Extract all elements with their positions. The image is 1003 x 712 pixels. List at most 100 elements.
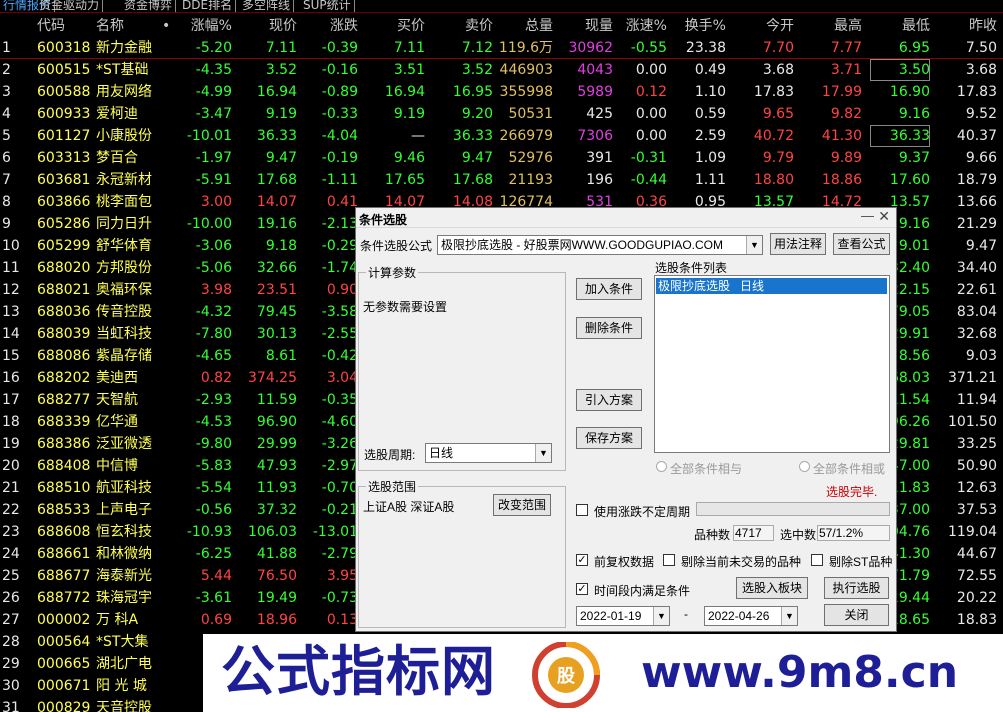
header-11[interactable]: 换手%	[675, 17, 726, 35]
formula-value: 极限抄底选股 - 好股票网WWW.GOODGUPIAO.COM	[441, 238, 723, 252]
table-cell: -5.20	[195, 40, 232, 56]
selected-value: 57/1.2%	[817, 525, 890, 541]
table-cell: -0.35	[321, 392, 358, 408]
table-cell: 3.51	[393, 62, 425, 78]
table-row[interactable]: 5 601127 小康股份 -10.01 36.33 -4.04 — 36.33 266979 7…	[0, 125, 1003, 147]
header-0[interactable]: 代码	[37, 17, 97, 35]
table-cell: 中信博	[96, 458, 138, 474]
chevron-down-icon[interactable]: ▼	[535, 444, 551, 462]
stock-selection-dialog: 条件选股 — ✕ 条件选股公式 极限抄底选股 - 好股票网WWW.GOODGUP…	[355, 207, 897, 632]
table-cell: 阳 光 城	[96, 678, 147, 694]
header-9[interactable]: 现量	[563, 17, 613, 35]
usage-note-button[interactable]: 用法注释	[770, 233, 826, 255]
formula-select[interactable]: 极限抄底选股 - 好股票网WWW.GOODGUPIAO.COM ▼	[437, 235, 763, 255]
table-cell: 7.11	[393, 40, 425, 56]
import-scheme-button[interactable]: 引入方案	[576, 389, 642, 411]
header-4[interactable]: 现价	[240, 17, 297, 35]
table-cell: 用友网络	[96, 84, 152, 100]
table-cell: 688086	[37, 348, 91, 364]
execute-selection-button[interactable]: 执行选股	[824, 577, 889, 599]
table-cell: 688339	[37, 414, 91, 430]
header-10[interactable]: 涨速%	[620, 17, 667, 35]
table-cell: 1.11	[694, 172, 726, 188]
delete-condition-button[interactable]: 删除条件	[576, 317, 642, 339]
header-1[interactable]: 名称	[96, 17, 166, 35]
period-satisfy-checkbox[interactable]: ✓	[576, 583, 588, 595]
header-7[interactable]: 卖价	[432, 17, 493, 35]
condition-list-item[interactable]: 极限抄底选股 日线	[656, 278, 887, 294]
close-icon[interactable]: ✕	[878, 208, 890, 225]
table-cell: 7.12	[461, 40, 493, 56]
condition-name: 极限抄底选股	[658, 279, 731, 293]
dialog-title: 条件选股	[359, 213, 408, 227]
table-cell: -3.47	[195, 106, 232, 122]
table-cell: 奥福环保	[96, 282, 152, 298]
change-range-button[interactable]: 改变范围	[493, 494, 551, 516]
table-row[interactable]: 7 603681 永冠新材 -5.91 17.68 -1.11 17.65 17.68 2119…	[0, 169, 1003, 191]
add-condition-button[interactable]: 加入条件	[576, 278, 642, 300]
table-row[interactable]: 3 600588 用友网络 -4.99 16.94 -0.89 16.94 16.95 3559…	[0, 81, 1003, 103]
table-cell: 方邦股份	[96, 260, 152, 276]
minimize-icon[interactable]: —	[861, 208, 874, 223]
period-select[interactable]: 日线 ▼	[425, 443, 552, 463]
table-cell: 9.16	[898, 106, 930, 122]
table-row[interactable]: 2 600515 *ST基础 -4.35 3.52 -0.16 3.51 3.52 446903…	[0, 59, 1003, 81]
table-row[interactable]: 1 600318 新力金融 -5.20 7.11 -0.39 7.11 7.12 119.6万 3…	[0, 37, 1003, 59]
tab-2[interactable]: 资金博弈	[121, 0, 177, 12]
table-cell: 13	[2, 304, 20, 320]
tab-5[interactable]: SUP统计	[300, 0, 355, 12]
view-formula-button[interactable]: 查看公式	[833, 233, 890, 255]
table-cell: 17.65	[384, 172, 425, 188]
condition-list-title: 选股条件列表	[655, 261, 728, 275]
table-cell: 16.90	[889, 84, 930, 100]
table-cell: 50.90	[956, 458, 997, 474]
table-cell: 7.50	[965, 40, 997, 56]
prefq-checkbox[interactable]: ✓	[576, 554, 588, 566]
table-cell: 8.61	[265, 348, 297, 364]
table-cell: 83.04	[956, 304, 997, 320]
header-12[interactable]: 今开	[735, 17, 794, 35]
exclude-st-checkbox[interactable]	[811, 554, 823, 566]
table-cell: 41.30	[821, 128, 862, 144]
unfixed-period-checkbox[interactable]	[576, 504, 588, 516]
table-cell: 1.10	[694, 84, 726, 100]
header-14[interactable]: 最低	[870, 17, 930, 35]
table-cell: 96.90	[256, 414, 297, 430]
date-from-picker[interactable]: 2022-01-19 ▼	[576, 606, 670, 626]
header-8[interactable]: 总量	[497, 17, 553, 35]
table-cell: 688408	[37, 458, 91, 474]
exclude-notrade-checkbox[interactable]	[663, 554, 675, 566]
header-13[interactable]: 最高	[805, 17, 862, 35]
radio-and[interactable]	[656, 461, 667, 472]
radio-or[interactable]	[799, 461, 810, 472]
table-cell: 24	[2, 546, 20, 562]
table-cell: 3.95	[326, 568, 358, 584]
date-to-picker[interactable]: 2022-04-26 ▼	[704, 606, 798, 626]
condition-list[interactable]: 极限抄底选股 日线	[654, 275, 890, 453]
chevron-down-icon[interactable]: ▼	[781, 607, 797, 625]
header-5[interactable]: 涨跌	[300, 17, 358, 35]
table-cell: 40.72	[753, 128, 794, 144]
table-cell: 航亚科技	[96, 480, 152, 496]
table-row[interactable]: 4 600933 爱柯迪 -3.47 9.19 -0.33 9.19 9.20 50531 425…	[0, 103, 1003, 125]
period-value: 日线	[429, 446, 454, 460]
table-cell: 18.79	[956, 172, 997, 188]
header-3[interactable]: 涨幅%	[180, 17, 232, 35]
close-button[interactable]: 关闭	[824, 604, 889, 626]
table-cell: 0.90	[326, 282, 358, 298]
table-cell: 9.65	[762, 106, 794, 122]
chevron-down-icon[interactable]: ▼	[653, 607, 669, 625]
chevron-down-icon[interactable]: ▼	[746, 236, 762, 254]
table-row[interactable]: 6 603313 梦百合 -1.97 9.47 -0.19 9.46 9.47 52976 391…	[0, 147, 1003, 169]
unfixed-period-label: 使用涨跌不定周期	[594, 505, 691, 519]
save-scheme-button[interactable]: 保存方案	[576, 427, 642, 449]
tab-1[interactable]: 资金驱动力	[36, 0, 104, 12]
add-to-block-button[interactable]: 选股入板块	[736, 577, 808, 599]
table-cell: 600515	[37, 62, 91, 78]
tab-4[interactable]: 多空阵线	[239, 0, 295, 12]
header-15[interactable]: 昨收	[937, 17, 997, 35]
header-6[interactable]: 买价	[365, 17, 425, 35]
header-2[interactable]: •	[162, 17, 176, 35]
tab-3[interactable]: DDE排名	[179, 0, 237, 12]
table-cell: 000829	[37, 700, 91, 712]
